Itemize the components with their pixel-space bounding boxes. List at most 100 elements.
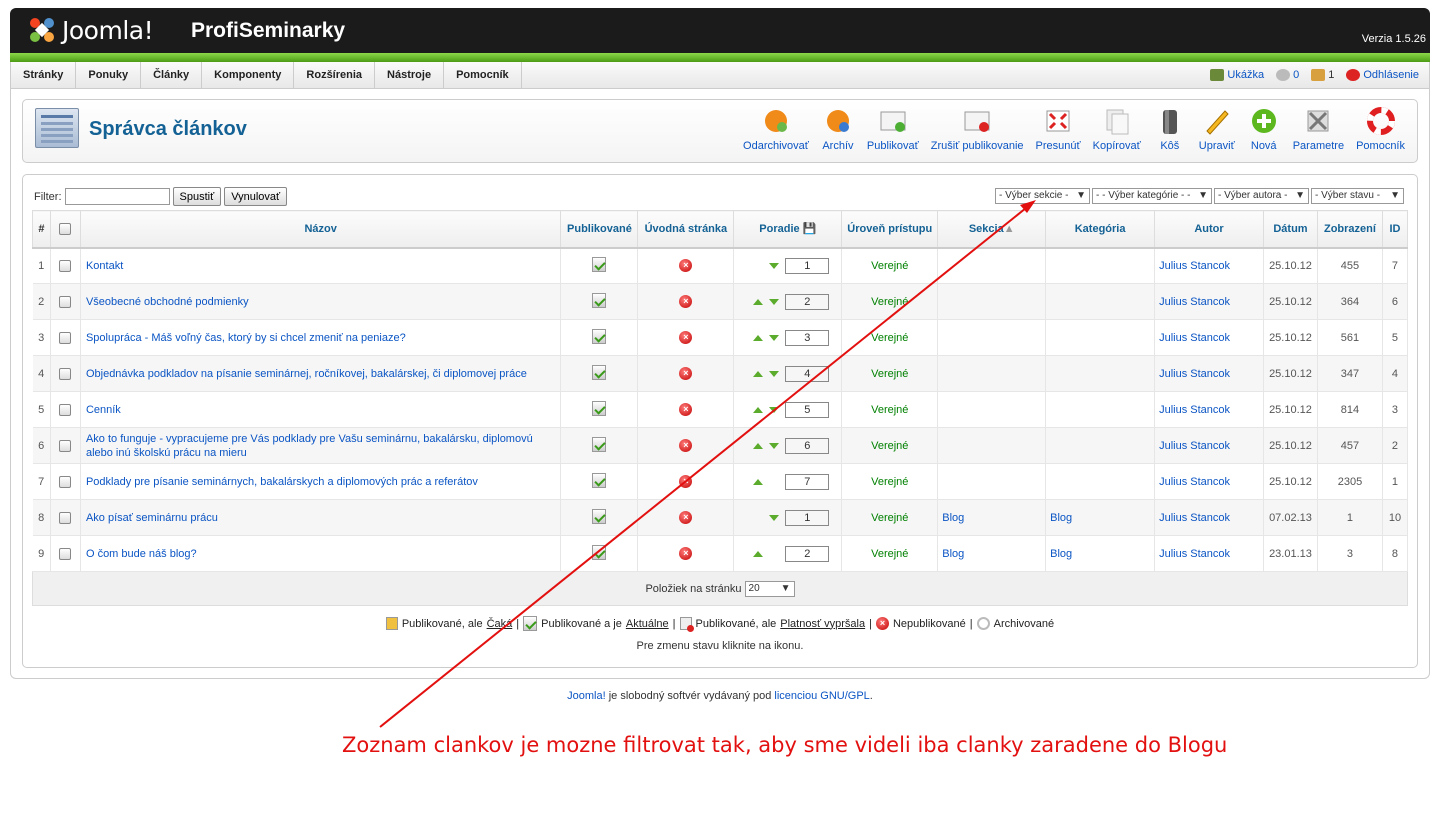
move-down-icon[interactable] <box>769 406 780 413</box>
order-input[interactable]: 1 <box>785 257 830 274</box>
license-link[interactable]: licenciou GNU/GPL <box>774 690 869 702</box>
row-checkbox-cell[interactable] <box>50 391 81 428</box>
article-title-link[interactable]: Ako to funguje - vypracujeme pre Vás pod… <box>86 433 533 459</box>
move-up-icon[interactable] <box>753 334 764 341</box>
move-down-icon[interactable] <box>769 262 780 269</box>
move-down-icon[interactable] <box>769 442 780 449</box>
joomla-logo[interactable]: Joomla! <box>26 14 154 46</box>
category-link[interactable]: Blog <box>1050 548 1072 560</box>
article-title-link[interactable]: Spolupráca - Máš voľný čas, ktorý by si … <box>86 332 406 344</box>
row-access[interactable]: Verejné <box>841 499 939 536</box>
col-author[interactable]: Autor <box>1154 210 1264 249</box>
messages-text[interactable]: 0 <box>1293 69 1299 81</box>
not-frontpage-icon[interactable]: × <box>679 259 693 273</box>
author-link[interactable]: Julius Stancok <box>1159 512 1230 524</box>
row-checkbox[interactable] <box>59 511 72 524</box>
article-title-link[interactable]: O čom bude náš blog? <box>86 548 197 560</box>
row-checkbox[interactable] <box>59 403 72 416</box>
author-link[interactable]: Julius Stancok <box>1159 332 1230 344</box>
category-select[interactable]: - - Výber kategórie - - ▼ <box>1092 188 1212 204</box>
row-frontpage-cell[interactable]: × <box>637 463 735 500</box>
published-check-icon[interactable] <box>592 400 607 416</box>
col-access[interactable]: Úroveň prístupu <box>841 210 939 249</box>
move-button[interactable]: Presunúť <box>1030 106 1087 152</box>
row-checkbox-cell[interactable] <box>50 319 81 356</box>
move-down-icon[interactable] <box>769 514 780 521</box>
copy-button[interactable]: Kopírovať <box>1087 106 1147 152</box>
row-frontpage-cell[interactable]: × <box>637 535 735 572</box>
not-frontpage-icon[interactable]: × <box>679 367 693 380</box>
not-frontpage-icon[interactable]: × <box>679 295 693 308</box>
order-input[interactable]: 7 <box>785 473 830 490</box>
row-access[interactable]: Verejné <box>841 427 939 464</box>
author-link[interactable]: Julius Stancok <box>1159 404 1230 416</box>
row-checkbox[interactable] <box>59 295 72 308</box>
row-frontpage-cell[interactable]: × <box>637 427 735 464</box>
section-link[interactable]: Blog <box>942 548 964 560</box>
row-published-cell[interactable] <box>560 427 639 464</box>
move-up-icon[interactable] <box>753 406 764 413</box>
row-published-cell[interactable] <box>560 535 639 572</box>
items-per-page-select[interactable]: 20 ▼ <box>744 580 795 597</box>
joomla-link[interactable]: Joomla! <box>567 690 606 702</box>
col-category[interactable]: Kategória <box>1045 210 1156 249</box>
not-frontpage-icon[interactable]: × <box>679 403 693 416</box>
author-link[interactable]: Julius Stancok <box>1159 440 1230 452</box>
not-frontpage-icon[interactable]: × <box>679 475 693 488</box>
row-checkbox[interactable] <box>59 367 72 380</box>
col-frontpage[interactable]: Úvodná stránka <box>637 210 735 249</box>
published-check-icon[interactable] <box>592 292 607 308</box>
row-checkbox-cell[interactable] <box>50 535 81 572</box>
col-date[interactable]: Dátum <box>1262 210 1318 249</box>
move-down-icon[interactable] <box>769 370 780 377</box>
select-all-checkbox[interactable] <box>59 222 72 235</box>
order-input[interactable]: 2 <box>785 545 830 562</box>
state-select[interactable]: - Výber stavu - ▼ <box>1311 188 1404 204</box>
row-access[interactable]: Verejné <box>841 463 939 500</box>
row-published-cell[interactable] <box>560 391 639 428</box>
order-input[interactable]: 1 <box>785 509 830 526</box>
move-down-icon[interactable] <box>769 334 780 341</box>
menu-item-help[interactable]: Pomocník <box>444 62 522 88</box>
row-frontpage-cell[interactable]: × <box>637 355 735 392</box>
help-button[interactable]: Pomocník <box>1350 106 1411 152</box>
article-title-link[interactable]: Ako písať seminárnu prácu <box>86 512 218 524</box>
row-access[interactable]: Verejné <box>841 247 939 284</box>
move-up-icon[interactable] <box>753 370 764 377</box>
col-section[interactable]: Sekcia▲ <box>937 210 1047 249</box>
edit-button[interactable]: Upraviť <box>1193 106 1241 152</box>
row-checkbox-cell[interactable] <box>50 283 81 320</box>
menu-item-tools[interactable]: Nástroje <box>375 62 445 88</box>
published-check-icon[interactable] <box>592 508 607 524</box>
preview-link[interactable]: Ukážka <box>1210 69 1264 81</box>
section-link[interactable]: Blog <box>942 512 964 524</box>
row-access[interactable]: Verejné <box>841 391 939 428</box>
move-up-icon[interactable] <box>753 442 764 449</box>
row-checkbox[interactable] <box>59 547 72 560</box>
author-link[interactable]: Julius Stancok <box>1159 296 1230 308</box>
order-input[interactable]: 5 <box>785 401 830 418</box>
unpublish-button[interactable]: Zrušiť publikovanie <box>925 106 1030 152</box>
published-check-icon[interactable] <box>592 256 607 272</box>
menu-item-articles[interactable]: Články <box>141 62 203 88</box>
row-access[interactable]: Verejné <box>841 355 939 392</box>
article-title-link[interactable]: Všeobecné obchodné podmienky <box>86 296 249 308</box>
article-title-link[interactable]: Podklady pre písanie seminárnych, bakalá… <box>86 476 478 488</box>
row-checkbox-cell[interactable] <box>50 463 81 500</box>
col-order[interactable]: Poradie 💾 <box>733 210 843 249</box>
messages-count[interactable]: 0 <box>1276 69 1299 81</box>
row-access[interactable]: Verejné <box>841 319 939 356</box>
move-down-icon[interactable] <box>769 298 780 305</box>
row-access[interactable]: Verejné <box>841 535 939 572</box>
row-published-cell[interactable] <box>560 499 639 536</box>
row-checkbox[interactable] <box>59 259 72 272</box>
row-frontpage-cell[interactable]: × <box>637 499 735 536</box>
author-link[interactable]: Julius Stancok <box>1159 548 1230 560</box>
not-frontpage-icon[interactable]: × <box>679 511 693 524</box>
published-check-icon[interactable] <box>592 544 607 560</box>
row-frontpage-cell[interactable]: × <box>637 283 735 320</box>
new-button[interactable]: Nová <box>1241 106 1287 152</box>
save-order-icon[interactable]: 💾 <box>803 223 817 235</box>
row-checkbox-cell[interactable] <box>50 427 81 464</box>
not-frontpage-icon[interactable]: × <box>679 439 693 452</box>
